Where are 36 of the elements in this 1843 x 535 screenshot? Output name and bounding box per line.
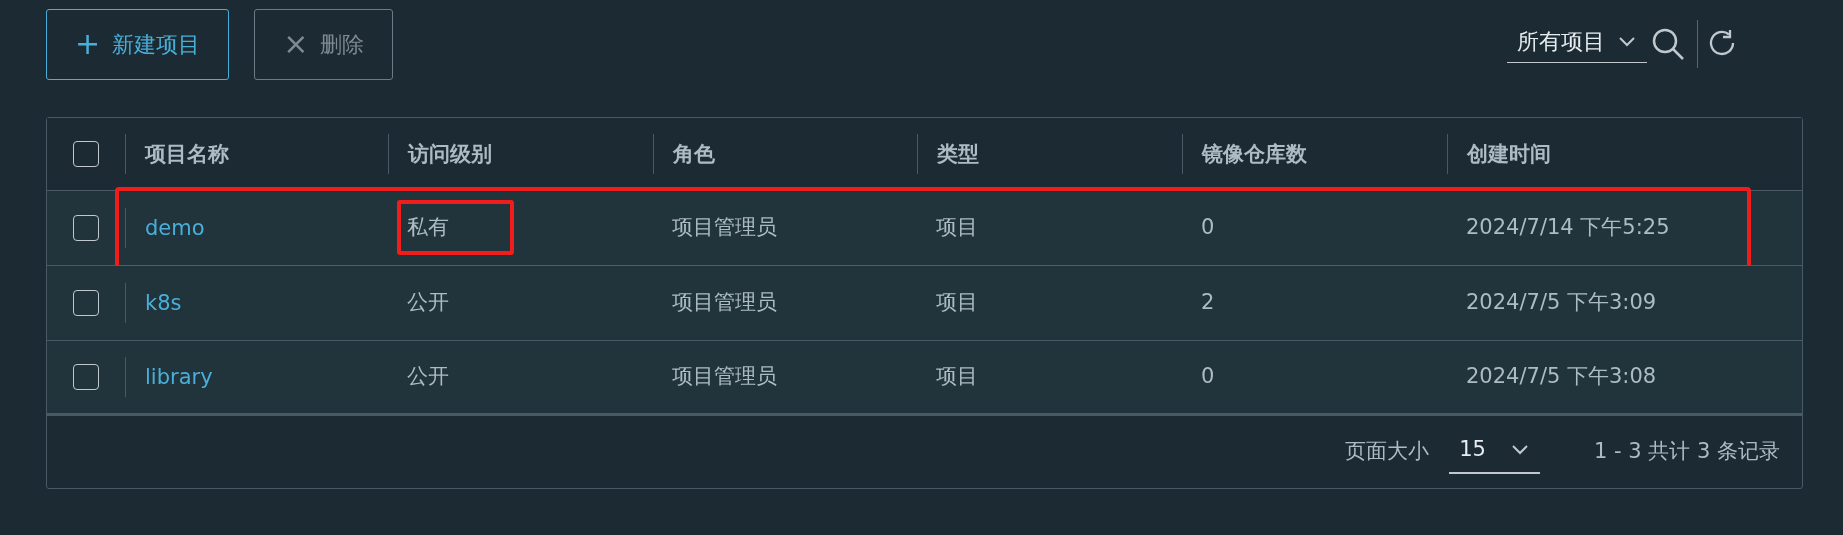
checkbox[interactable] xyxy=(73,215,99,241)
table-cell: 项目管理员 xyxy=(672,290,777,315)
table-cell: 0 xyxy=(1201,215,1215,240)
table-cell: 项目管理员 xyxy=(672,364,777,389)
table-cell: 私有 xyxy=(407,215,449,240)
column-header[interactable]: 访问级别 xyxy=(388,134,653,174)
column-header[interactable]: 创建时间 xyxy=(1447,134,1802,174)
column-header[interactable]: 类型 xyxy=(917,134,1182,174)
page-size-label: 页面大小 xyxy=(1345,438,1430,466)
pagination-summary: 1 - 3 共计 3 条记录 xyxy=(1593,438,1780,466)
project-link[interactable]: demo xyxy=(145,216,205,240)
table-cell: 2024/7/5 下午3:09 xyxy=(1466,290,1657,315)
table-cell: 0 xyxy=(1201,364,1215,389)
column-header[interactable]: 项目名称 xyxy=(125,134,388,174)
chevron-down-icon xyxy=(1619,36,1635,47)
checkbox[interactable] xyxy=(73,364,99,390)
table-cell: 项目 xyxy=(936,364,978,389)
filter-dropdown[interactable]: 所有项目 xyxy=(1507,25,1647,63)
chevron-down-icon xyxy=(1511,445,1528,455)
column-header[interactable]: 角色 xyxy=(653,134,917,174)
table-cell: 项目 xyxy=(936,215,978,240)
checkbox[interactable] xyxy=(73,290,99,316)
table-cell: 2024/7/14 下午5:25 xyxy=(1466,215,1670,240)
table-cell: 公开 xyxy=(407,364,449,389)
project-link[interactable]: library xyxy=(145,365,213,389)
column-header[interactable]: 镜像仓库数 xyxy=(1182,134,1447,174)
page-size-dropdown[interactable]: 15 xyxy=(1449,430,1540,474)
search-icon[interactable] xyxy=(1651,27,1685,61)
new-project-button[interactable]: + 新建项目 xyxy=(46,8,230,80)
checkbox[interactable] xyxy=(73,141,99,167)
table-cell: 2024/7/5 下午3:08 xyxy=(1466,364,1657,389)
table-cell: 项目管理员 xyxy=(672,215,777,240)
project-link[interactable]: k8s xyxy=(145,291,182,315)
table-cell: 2 xyxy=(1201,290,1215,315)
table-cell: 公开 xyxy=(407,290,449,315)
table-cell: 项目 xyxy=(936,290,978,315)
